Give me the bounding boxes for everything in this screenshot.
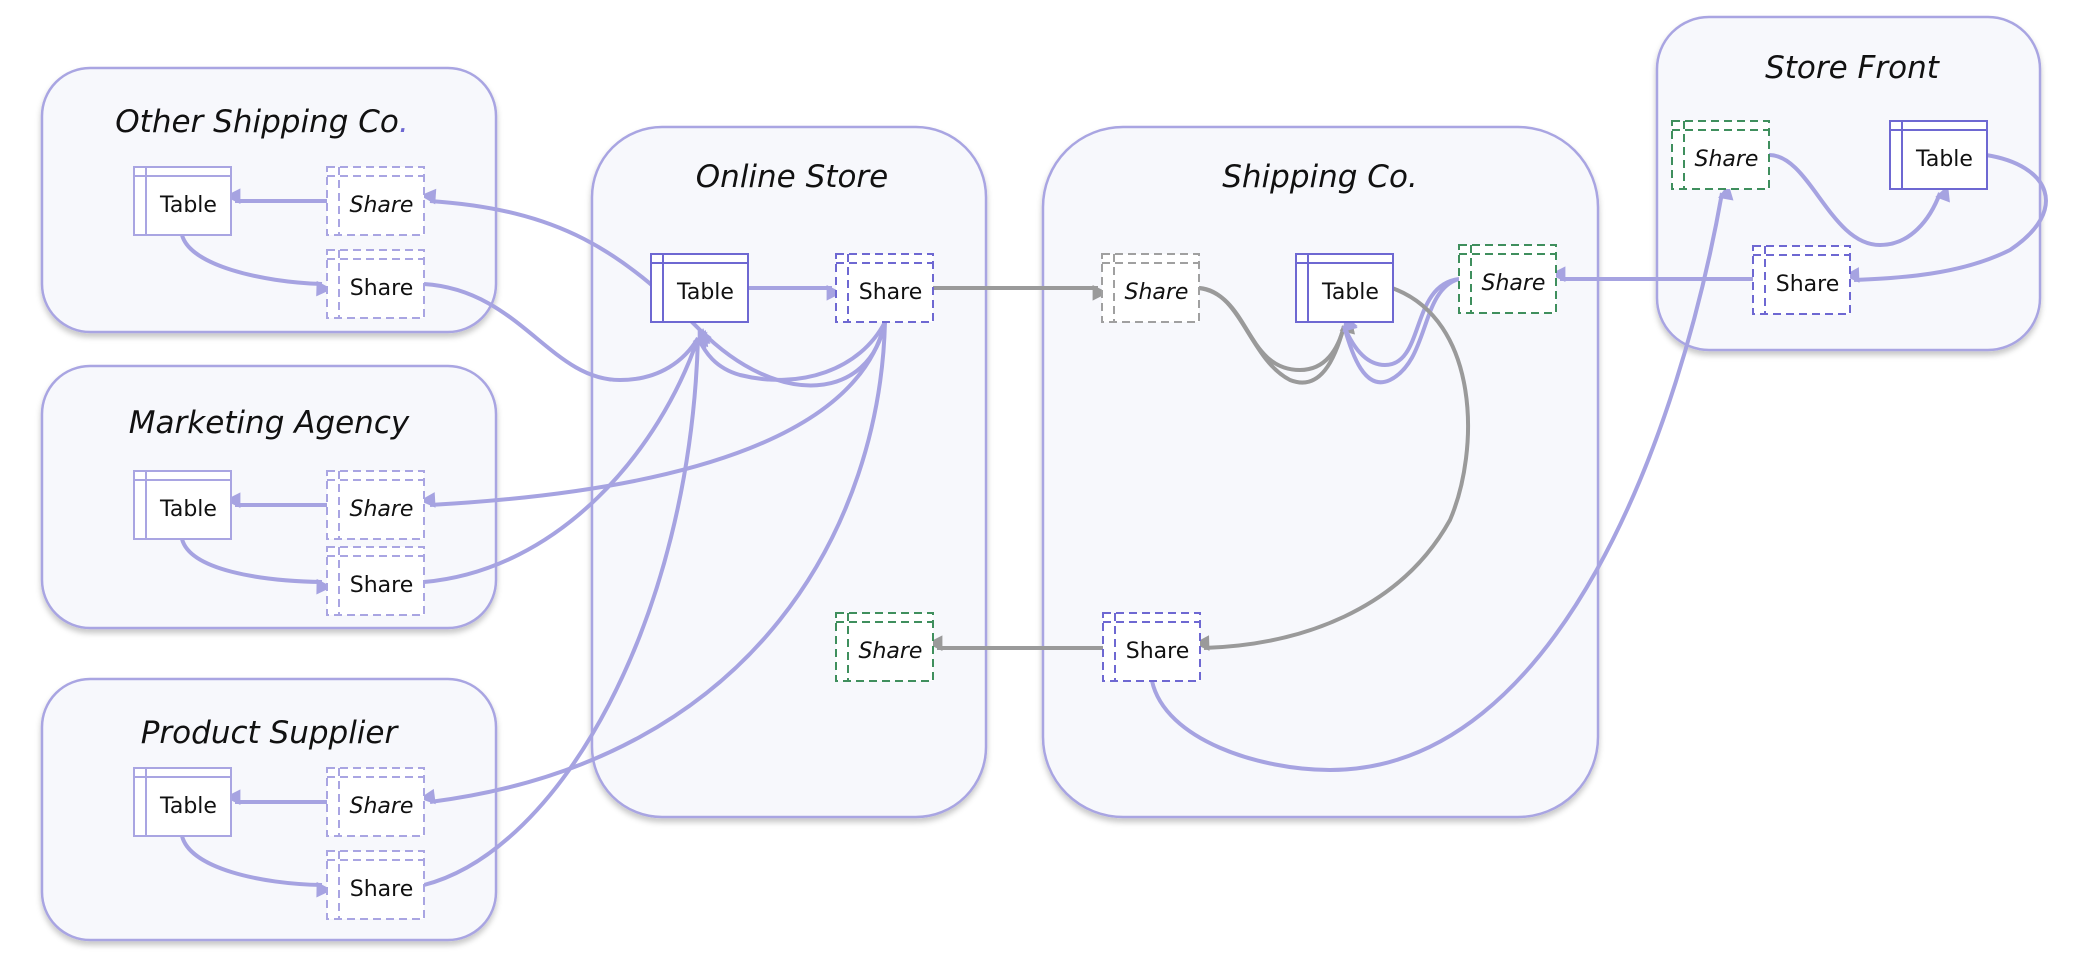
share-node-ma-share-out[interactable]: Share (326, 546, 425, 616)
org-container (590, 125, 988, 819)
org-marketing-agency[interactable]: Marketing Agency (40, 364, 498, 630)
node-label: Table (159, 497, 217, 522)
share-node-ol-share-out[interactable]: Share (835, 253, 934, 323)
table-node-ps-table[interactable]: Table (133, 767, 232, 837)
table-node-sc-table[interactable]: Table (1295, 253, 1394, 323)
node-label: Table (1915, 147, 1973, 172)
node-label: Table (159, 794, 217, 819)
share-node-ma-share-in[interactable]: Share (326, 470, 425, 540)
org-title: Online Store (696, 159, 888, 195)
org-product-supplier[interactable]: Product Supplier (40, 677, 498, 942)
org-title: Marketing Agency (129, 405, 410, 441)
node-label: Table (676, 280, 734, 305)
table-node-os-table[interactable]: Table (133, 166, 232, 236)
share-node-sf-share-out[interactable]: Share (1752, 245, 1851, 315)
share-node-os-share-out[interactable]: Share (326, 249, 425, 319)
table-node-ma-table[interactable]: Table (133, 470, 232, 540)
share-node-os-share-in[interactable]: Share (326, 166, 425, 236)
share-node-sc-share-out[interactable]: Share (1102, 612, 1201, 682)
node-label: Share (350, 573, 414, 598)
node-label: Share (350, 276, 414, 301)
share-node-ol-share-in[interactable]: Share (835, 612, 934, 682)
share-node-sc-share-in[interactable]: Share (1101, 253, 1200, 323)
node-label: Table (1321, 280, 1379, 305)
node-label: Share (859, 639, 923, 664)
share-node-ps-share-in[interactable]: Share (326, 767, 425, 837)
node-label: Share (859, 280, 923, 305)
org-title: Store Front (1765, 50, 1941, 86)
node-label: Share (350, 794, 414, 819)
org-title: Shipping Co. (1222, 159, 1418, 195)
node-label: Share (1126, 639, 1190, 664)
share-node-sc-share-in2[interactable]: Share (1458, 244, 1557, 314)
org-container (1041, 125, 1600, 819)
node-label: Share (1776, 272, 1840, 297)
share-node-sf-share-in[interactable]: Share (1671, 120, 1770, 190)
table-node-sf-table[interactable]: Table (1889, 120, 1988, 190)
node-label: Share (1695, 147, 1759, 172)
node-label: Share (350, 877, 414, 902)
org-title: Product Supplier (141, 715, 400, 751)
node-label: Table (159, 193, 217, 218)
node-label: Share (1125, 280, 1189, 305)
node-label: Share (1482, 271, 1546, 296)
node-label: Share (350, 497, 414, 522)
data-sharing-diagram: Other Shipping Co. Marketing Agency Prod… (40, 15, 2048, 942)
org-title: Other Shipping Co. (115, 104, 408, 140)
org-shipping-co[interactable]: Shipping Co. (1041, 125, 1600, 819)
table-node-ol-table[interactable]: Table (650, 253, 749, 323)
node-label: Share (350, 193, 414, 218)
share-node-ps-share-out[interactable]: Share (326, 850, 425, 920)
org-online-store[interactable]: Online Store (590, 125, 988, 819)
